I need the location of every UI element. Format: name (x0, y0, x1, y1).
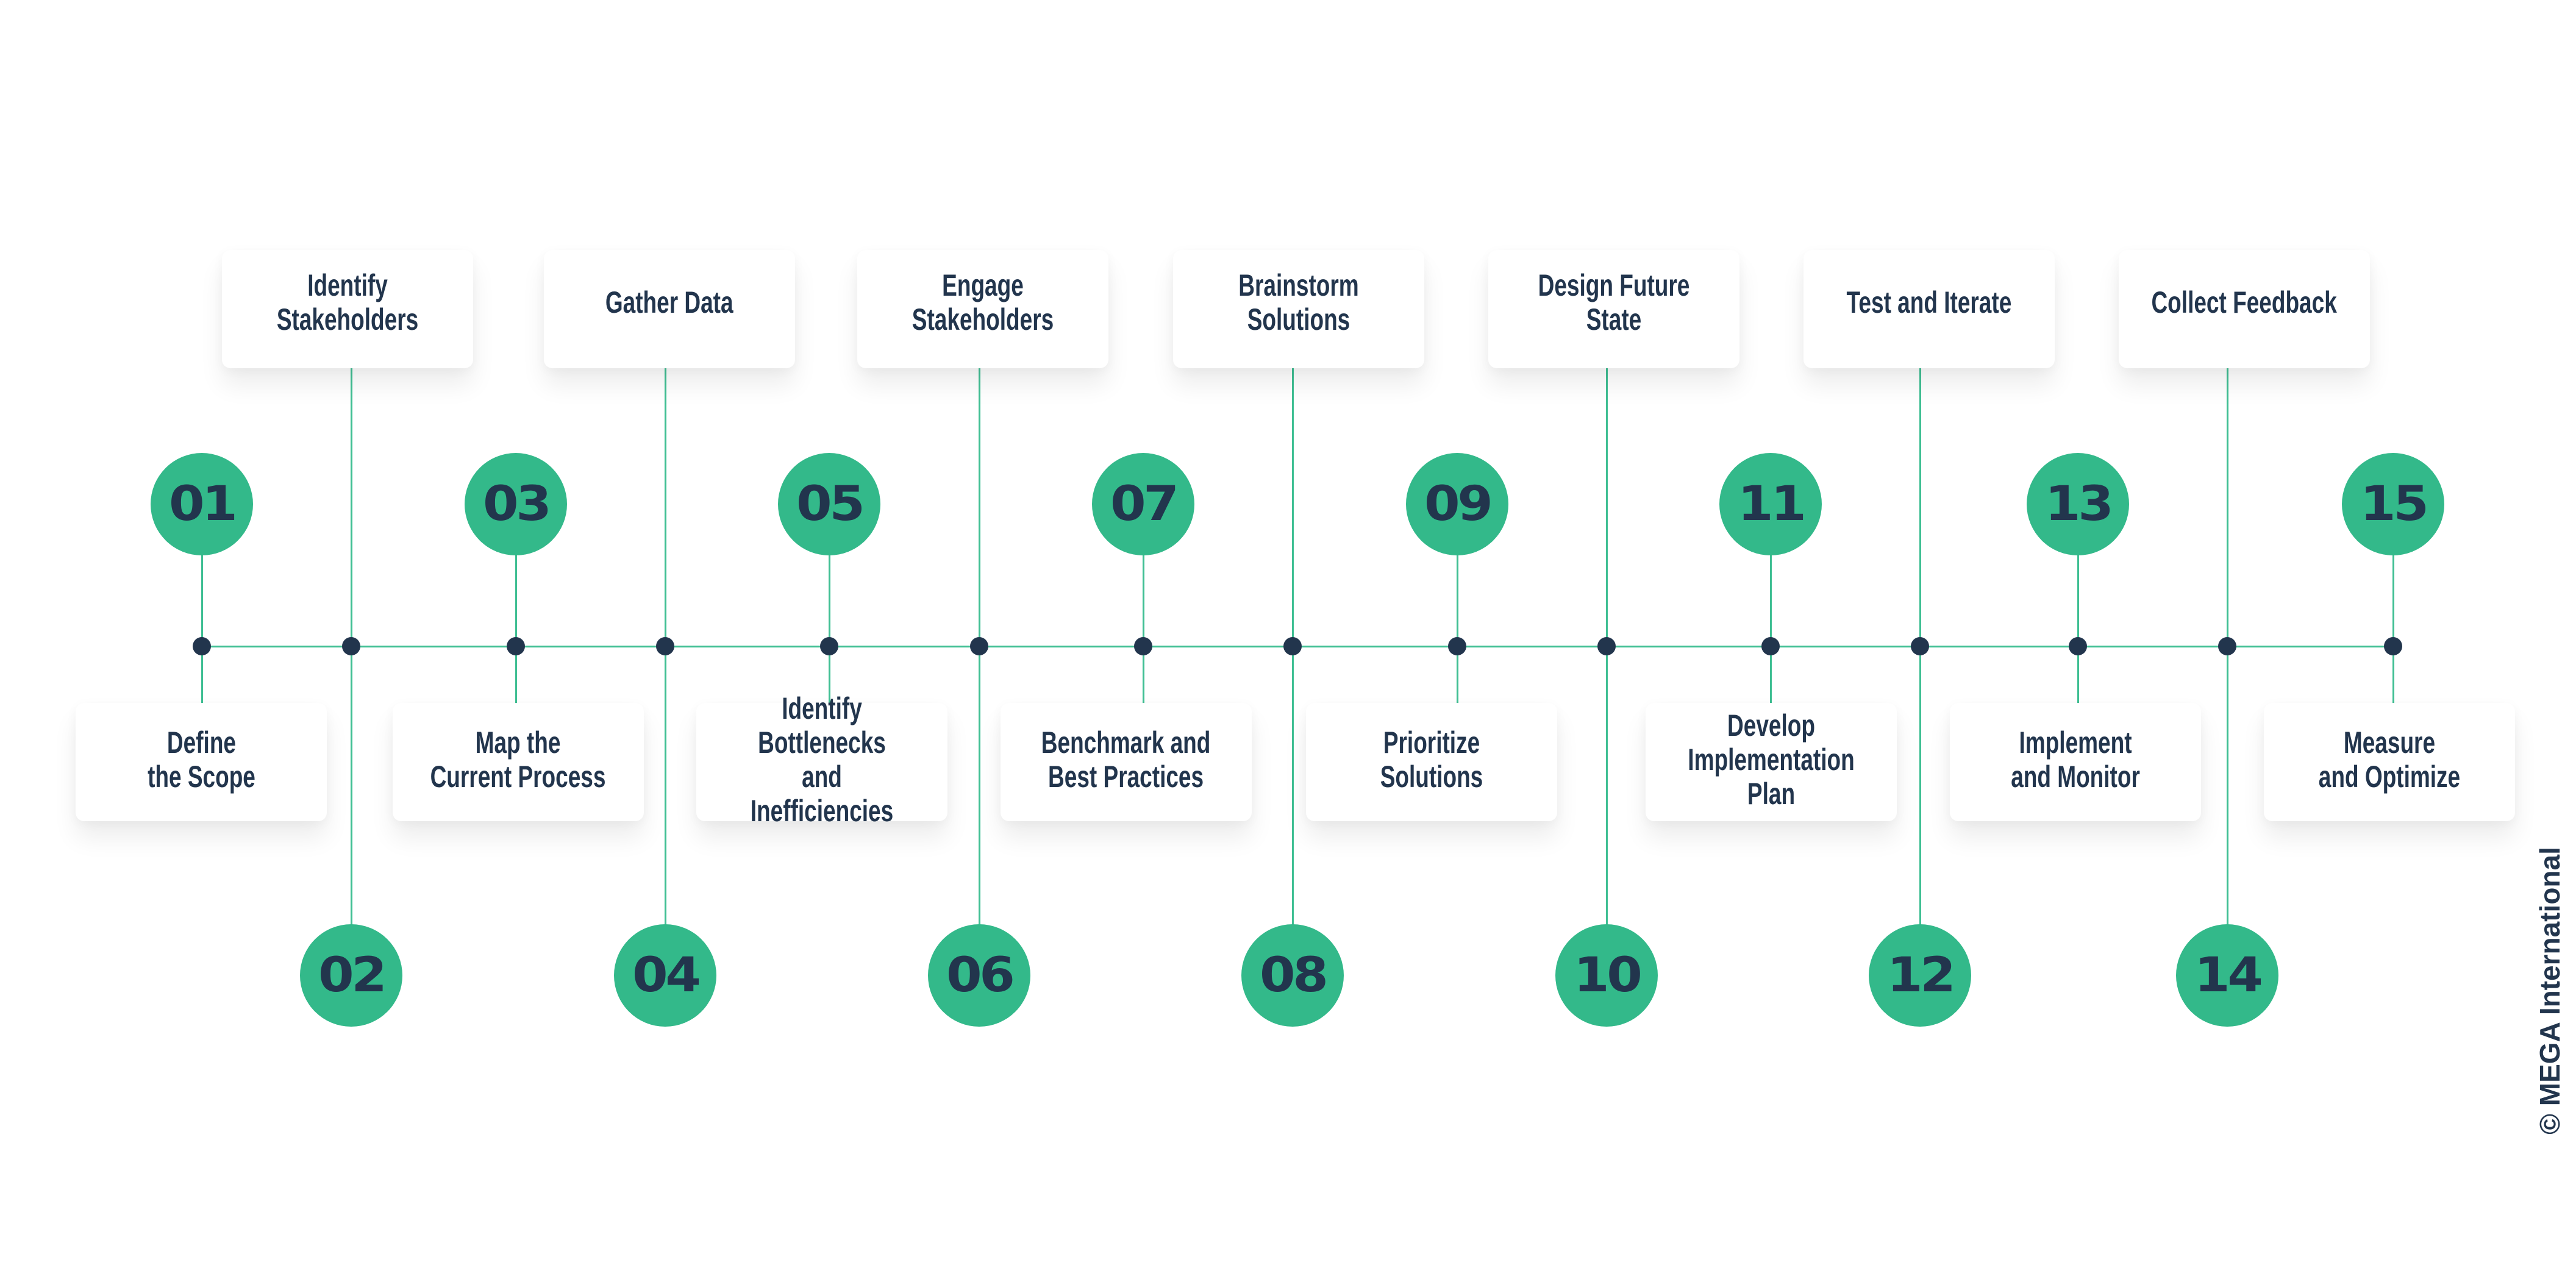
step-number: 02 (318, 948, 387, 1003)
timeline-dot (1448, 637, 1466, 655)
step-number-badge: 09 (1406, 453, 1508, 555)
copyright-text: © MEGA International (2534, 847, 2566, 1135)
step-number-badge: 10 (1555, 924, 1658, 1027)
step-number: 13 (2044, 477, 2114, 532)
step-label: Benchmark and Best Practices (1041, 725, 1211, 794)
step-label: Identify Stakeholders (276, 268, 419, 337)
step-label-card: Identify Bottlenecks and Inefficiencies (696, 691, 947, 828)
step-label-card: Develop Implementation Plan (1646, 703, 1897, 821)
timeline-dot (820, 637, 838, 655)
step-label-card: Identify Stakeholders (222, 250, 473, 368)
step-number-badge: 07 (1092, 453, 1194, 555)
step-label: Collect Feedback (2151, 285, 2338, 319)
step-number-badge: 12 (1869, 924, 1971, 1027)
step-label: Design Future State (1538, 268, 1690, 337)
timeline-dot (1761, 637, 1780, 655)
step-number: 07 (1110, 477, 1179, 532)
step-connector-line (2227, 368, 2228, 975)
step-connector-line (979, 368, 980, 975)
timeline-dot (1134, 637, 1152, 655)
step-number: 11 (1737, 477, 1807, 532)
step-label: Gather Data (605, 285, 733, 319)
timeline-dot (970, 637, 988, 655)
step-number-badge: 02 (300, 924, 402, 1027)
step-label-card: Engage Stakeholders (857, 250, 1108, 368)
step-number-badge: 14 (2176, 924, 2278, 1027)
step-connector-line (1292, 368, 1294, 975)
step-label: Brainstorm Solutions (1238, 268, 1359, 337)
timeline-dot (2218, 637, 2236, 655)
step-label-card: Implement and Monitor (1950, 703, 2201, 821)
step-number: 03 (482, 477, 552, 532)
step-number: 08 (1259, 948, 1329, 1003)
step-label-card: Test and Iterate (1804, 250, 2055, 368)
step-number: 09 (1424, 477, 1493, 532)
step-label-card: Define the Scope (76, 703, 327, 821)
timeline-dot (656, 637, 674, 655)
step-label-card: Benchmark and Best Practices (1001, 703, 1252, 821)
step-label: Prioritize Solutions (1380, 725, 1483, 794)
step-label: Implement and Monitor (2011, 725, 2140, 794)
step-number: 14 (2194, 948, 2263, 1003)
step-label-card: Brainstorm Solutions (1173, 250, 1424, 368)
timeline-dot (342, 637, 360, 655)
step-label: Identify Bottlenecks and Inefficiencies (750, 691, 894, 828)
step-number-badge: 01 (151, 453, 253, 555)
step-label: Map the Current Process (430, 725, 606, 794)
step-number-badge: 15 (2342, 453, 2444, 555)
step-number: 01 (168, 477, 238, 532)
step-number: 04 (632, 948, 701, 1003)
step-number-badge: 11 (1719, 453, 1822, 555)
step-label: Develop Implementation Plan (1688, 708, 1855, 811)
step-number: 10 (1573, 948, 1643, 1003)
step-number: 06 (946, 948, 1015, 1003)
step-number-badge: 13 (2027, 453, 2129, 555)
step-number: 15 (2360, 477, 2429, 532)
timeline-dot (2384, 637, 2402, 655)
timeline-dot (1911, 637, 1929, 655)
step-number-badge: 06 (928, 924, 1030, 1027)
step-connector-line (1606, 368, 1608, 975)
timeline-dot (2069, 637, 2087, 655)
step-label-card: Design Future State (1488, 250, 1739, 368)
step-connector-line (1919, 368, 1921, 975)
step-number-badge: 04 (614, 924, 716, 1027)
step-label-card: Map the Current Process (393, 703, 644, 821)
step-number-badge: 03 (465, 453, 567, 555)
step-label-card: Gather Data (544, 250, 795, 368)
step-label-card: Collect Feedback (2119, 250, 2370, 368)
step-number-badge: 08 (1241, 924, 1344, 1027)
step-label: Measure and Optimize (2318, 725, 2461, 794)
process-timeline: 01 Define the Scope 02 Identify Stakeholder… (0, 0, 2576, 1276)
timeline-dot (193, 637, 211, 655)
step-label-card: Measure and Optimize (2264, 703, 2515, 821)
timeline-dot (1283, 637, 1302, 655)
step-number-badge: 05 (778, 453, 880, 555)
step-number: 05 (796, 477, 865, 532)
step-label: Engage Stakeholders (912, 268, 1054, 337)
timeline-dot (1597, 637, 1616, 655)
step-label: Define the Scope (147, 725, 255, 794)
step-connector-line (665, 368, 666, 975)
step-label-card: Prioritize Solutions (1306, 703, 1557, 821)
step-label: Test and Iterate (1846, 285, 2012, 319)
step-connector-line (351, 368, 352, 975)
step-number: 12 (1886, 948, 1956, 1003)
timeline-dot (507, 637, 525, 655)
